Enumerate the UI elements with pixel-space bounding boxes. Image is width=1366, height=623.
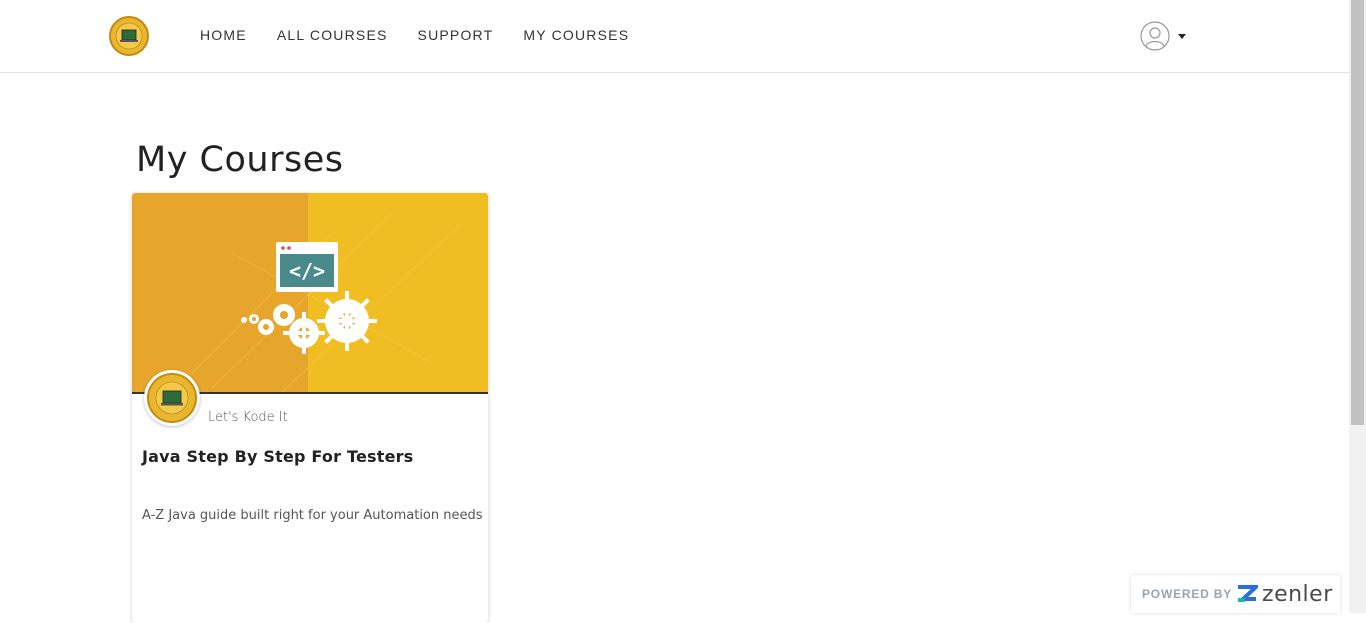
author-name: Let's Kode It [208, 410, 288, 425]
user-avatar-icon[interactable] [1140, 21, 1170, 51]
page-scrollbar[interactable] [1349, 0, 1366, 613]
top-navbar: HOME ALL COURSES SUPPORT MY COURSES [0, 0, 1349, 73]
powered-by-zenler-badge[interactable]: POWERED BY zenler [1131, 575, 1340, 613]
course-thumbnail[interactable]: </> [132, 193, 488, 394]
caret-down-icon[interactable] [1178, 33, 1186, 39]
nav-all-courses[interactable]: ALL COURSES [277, 27, 388, 43]
scrollbar-thumb[interactable] [1351, 0, 1364, 425]
nav-home[interactable]: HOME [200, 27, 247, 43]
course-description: A-Z Java guide built right for your Auto… [142, 508, 483, 523]
powered-by-label: POWERED BY [1142, 587, 1233, 601]
code-symbol: </> [289, 259, 325, 283]
course-card[interactable]: </> Let's Kode It Java Step By Step For … [132, 193, 488, 623]
zenler-logo-icon [1237, 585, 1259, 602]
nav-support[interactable]: SUPPORT [418, 27, 494, 43]
page-title: My Courses [136, 140, 344, 180]
site-logo[interactable] [109, 16, 149, 56]
nav-my-courses[interactable]: MY COURSES [523, 27, 629, 43]
author-avatar [144, 370, 200, 426]
user-menu[interactable] [1140, 21, 1186, 51]
course-title[interactable]: Java Step By Step For Testers [142, 447, 413, 466]
zenler-wordmark: zenler [1262, 581, 1333, 607]
